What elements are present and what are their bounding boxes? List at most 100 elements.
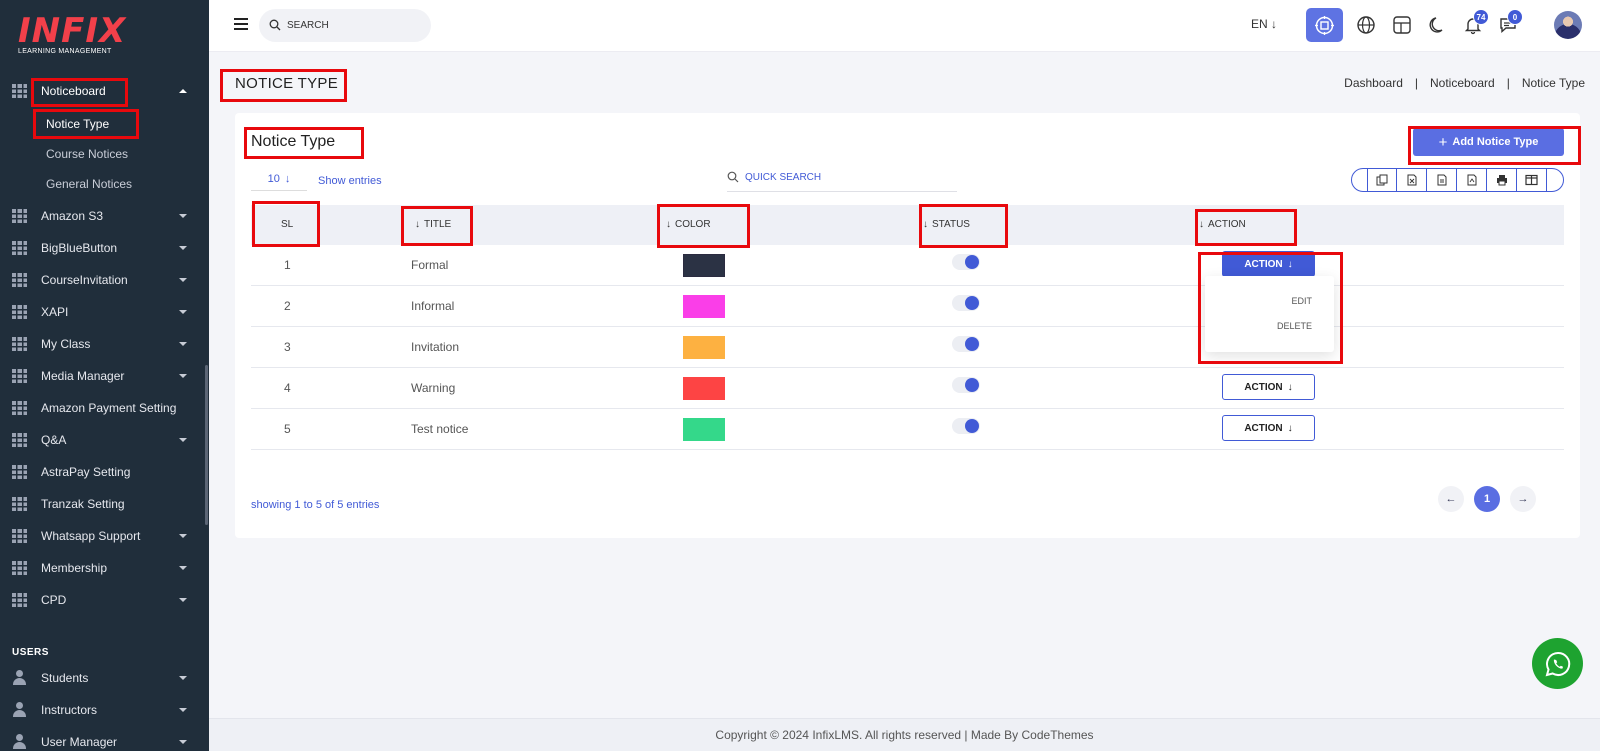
- column-header-status[interactable]: ↓ STATUS: [923, 219, 970, 230]
- column-header-action[interactable]: ↓ ACTION: [1199, 219, 1246, 230]
- column-header-label: COLOR: [675, 219, 711, 230]
- action-button[interactable]: ACTION ↓: [1222, 251, 1315, 277]
- chevron-down-icon: [179, 534, 187, 538]
- sort-icon: ↓: [1199, 219, 1204, 230]
- notice-type-card: Notice Type + Add Notice Type 10 ↓ Show …: [235, 113, 1580, 538]
- add-button-label: Add Notice Type: [1452, 136, 1539, 148]
- menu-item-edit[interactable]: EDIT: [1291, 296, 1312, 306]
- messages-badge: 0: [1507, 9, 1523, 25]
- breadcrumb-noticeboard[interactable]: Noticeboard: [1430, 76, 1495, 90]
- sidebar-item-label: CourseInvitation: [41, 273, 128, 287]
- entries-value: 10: [267, 172, 280, 185]
- sidebar-item-amazon-payment-setting[interactable]: Amazon Payment Setting: [0, 394, 209, 422]
- column-header-title[interactable]: ↓ TITLE: [415, 219, 451, 230]
- sidebar-item-xapi[interactable]: XAPI: [0, 298, 209, 326]
- plus-icon: +: [1438, 133, 1448, 151]
- sidebar-item-label: Noticeboard: [41, 84, 106, 98]
- sidebar-subitem-course-notices[interactable]: Course Notices: [46, 147, 128, 161]
- sidebar-scrollbar[interactable]: [205, 365, 208, 525]
- color-swatch: [683, 418, 725, 441]
- notifications-badge: 74: [1473, 9, 1489, 25]
- menu-item-delete[interactable]: DELETE: [1277, 321, 1312, 331]
- sidebar-item-whatsapp-support[interactable]: Whatsapp Support: [0, 522, 209, 550]
- copy-button[interactable]: [1367, 169, 1397, 191]
- sidebar-item-amazon-s3[interactable]: Amazon S3: [0, 202, 209, 230]
- sidebar-section-users: USERS: [12, 647, 49, 658]
- sidebar-item-qa[interactable]: Q&A: [0, 426, 209, 454]
- entries-label: Show entries: [318, 175, 382, 187]
- sidebar-item-cpd[interactable]: CPD: [0, 586, 209, 614]
- next-page-button[interactable]: →: [1510, 486, 1536, 512]
- sidebar-item-media-manager[interactable]: Media Manager: [0, 362, 209, 390]
- sidebar-item-label: BigBlueButton: [41, 241, 118, 255]
- sidebar-item-membership[interactable]: Membership: [0, 554, 209, 582]
- layout-icon[interactable]: [1392, 15, 1412, 35]
- sidebar-item-astrapay-setting[interactable]: AstraPay Setting: [0, 458, 209, 486]
- page-title: NOTICE TYPE: [235, 75, 339, 92]
- sidebar-item-label: AstraPay Setting: [41, 465, 131, 479]
- chevron-up-icon: [179, 89, 187, 93]
- csv-icon: [1437, 174, 1446, 186]
- cell-sl: 5: [284, 422, 291, 436]
- search-icon: [727, 171, 739, 183]
- brand-logo[interactable]: INFIX LEARNING MANAGEMENT: [18, 14, 126, 55]
- pdf-icon: [1467, 174, 1476, 186]
- add-notice-type-button[interactable]: + Add Notice Type: [1413, 128, 1564, 156]
- status-toggle[interactable]: [952, 377, 980, 393]
- sidebar-item-bigbluebutton[interactable]: BigBlueButton: [0, 234, 209, 262]
- status-toggle[interactable]: [952, 418, 980, 434]
- sidebar-item-user-manager[interactable]: User Manager: [0, 728, 209, 751]
- grid-icon: [12, 529, 27, 543]
- menu-icon[interactable]: [234, 18, 248, 30]
- grid-icon: [12, 369, 27, 383]
- search-input[interactable]: [287, 17, 417, 34]
- status-toggle[interactable]: [952, 254, 980, 270]
- csv-button[interactable]: [1427, 169, 1457, 191]
- grid-icon: [12, 433, 27, 447]
- print-button[interactable]: [1487, 169, 1517, 191]
- action-label: ACTION: [1244, 381, 1283, 393]
- columns-button[interactable]: [1517, 169, 1547, 191]
- quick-search-input[interactable]: [745, 169, 945, 185]
- brand-name: INFIX: [18, 11, 127, 51]
- arrow-left-icon: ←: [1445, 493, 1457, 505]
- status-toggle[interactable]: [952, 336, 980, 352]
- column-header-sl[interactable]: SL: [281, 219, 293, 230]
- entries-select[interactable]: 10 ↓: [251, 167, 307, 191]
- action-dropdown-menu: EDIT DELETE: [1205, 276, 1334, 352]
- prev-page-button[interactable]: ←: [1438, 486, 1464, 512]
- moon-icon[interactable]: [1428, 15, 1448, 35]
- action-label: ACTION: [1244, 258, 1283, 270]
- language-selector[interactable]: EN ↓: [1251, 17, 1277, 31]
- avatar[interactable]: [1554, 11, 1582, 39]
- language-label: EN: [1251, 17, 1268, 31]
- column-header-color[interactable]: ↓ COLOR: [666, 219, 711, 230]
- whatsapp-button[interactable]: [1532, 638, 1583, 689]
- page-button-current[interactable]: 1: [1474, 486, 1500, 512]
- chevron-down-icon: [179, 598, 187, 602]
- breadcrumb-dashboard[interactable]: Dashboard: [1344, 76, 1403, 90]
- sidebar-item-courseinvitation[interactable]: CourseInvitation: [0, 266, 209, 294]
- sidebar-item-tranzak-setting[interactable]: Tranzak Setting: [0, 490, 209, 518]
- grid-icon: [12, 465, 27, 479]
- chevron-down-icon: [179, 438, 187, 442]
- sidebar-item-instructors[interactable]: Instructors: [0, 696, 209, 724]
- quick-search[interactable]: [727, 163, 957, 192]
- action-button[interactable]: ACTION ↓: [1222, 374, 1315, 400]
- status-toggle[interactable]: [952, 295, 980, 311]
- action-button[interactable]: ACTION ↓: [1222, 415, 1315, 441]
- pdf-button[interactable]: [1457, 169, 1487, 191]
- sidebar-item-my-class[interactable]: My Class: [0, 330, 209, 358]
- sidebar-subitem-notice-type[interactable]: Notice Type: [46, 117, 109, 131]
- globe-icon[interactable]: [1333, 15, 1353, 35]
- sidebar-subitem-general-notices[interactable]: General Notices: [46, 177, 132, 191]
- excel-button[interactable]: [1397, 169, 1427, 191]
- sidebar-item-noticeboard[interactable]: Noticeboard: [0, 77, 209, 105]
- sidebar-item-label: Amazon S3: [41, 209, 104, 223]
- column-header-label: SL: [281, 219, 294, 230]
- global-search[interactable]: [259, 9, 431, 42]
- sidebar-item-students[interactable]: Students: [0, 664, 209, 692]
- cell-title: Formal: [411, 258, 449, 272]
- globe-icon[interactable]: [1356, 15, 1376, 35]
- grid-icon: [12, 305, 27, 319]
